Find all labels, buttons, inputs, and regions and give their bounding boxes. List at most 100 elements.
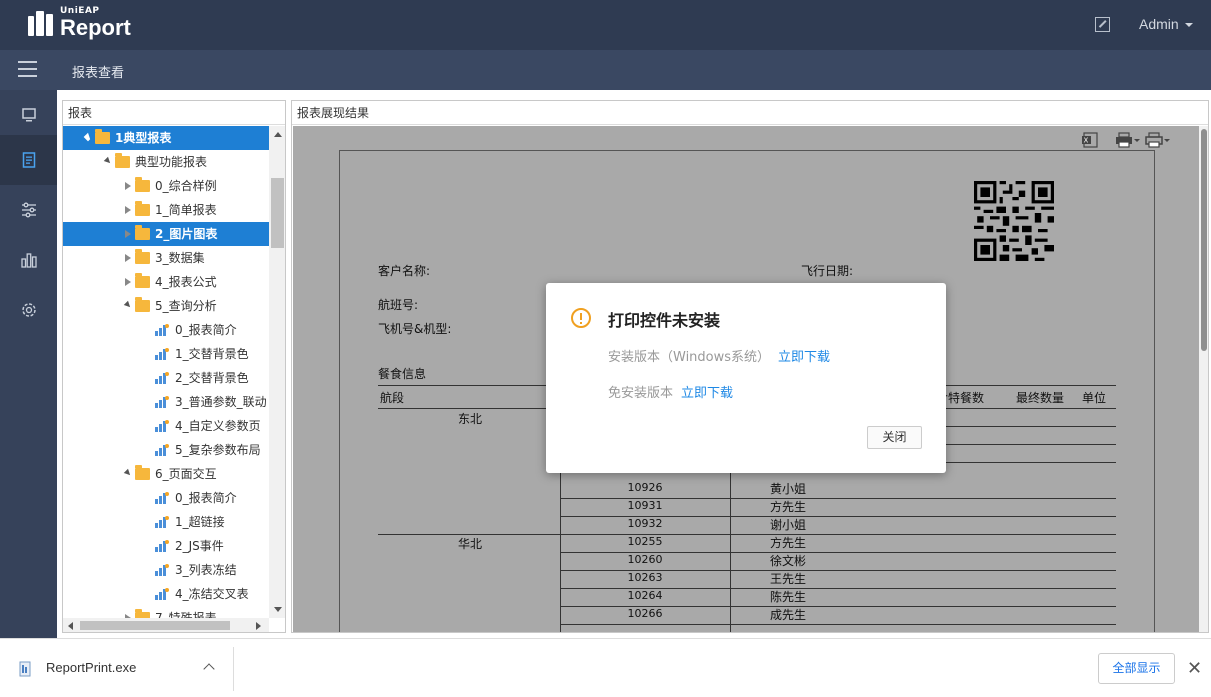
tree-node[interactable]: 5_复杂参数布局 [63, 438, 269, 462]
report-vertical-scrollbar[interactable] [1199, 126, 1208, 632]
tree-node-label: 3_数据集 [155, 251, 205, 265]
tree-node-label: 0_综合样例 [155, 179, 217, 193]
install-download-link[interactable]: 立即下载 [778, 350, 830, 365]
meal-info-label: 餐食信息 [378, 367, 427, 381]
scroll-left-icon[interactable] [68, 622, 73, 630]
portable-download-link[interactable]: 立即下载 [681, 386, 733, 401]
tree-node-label: 5_查询分析 [155, 299, 217, 313]
print-preview-icon[interactable] [1145, 132, 1171, 148]
tree-node-label: 4_自定义参数页 [175, 419, 261, 433]
sidebar-item-charts[interactable] [0, 235, 57, 285]
tree-node[interactable]: 典型功能报表 [63, 150, 269, 174]
folder-icon [115, 153, 130, 168]
tree-node[interactable]: 0_报表简介 [63, 318, 269, 342]
folder-icon [135, 201, 150, 216]
report-tree-panel: 报表 1典型报表 典型功能报表 0_综合样例 1_简单报表 2_图片图表 3_数据集 4_报… [62, 100, 286, 633]
expanded-arrow-icon[interactable] [83, 132, 93, 142]
menu-toggle-icon[interactable] [18, 61, 37, 78]
folder-icon [135, 249, 150, 264]
tree-node[interactable]: 5_查询分析 [63, 294, 269, 318]
sidebar-item-settings-sliders[interactable] [0, 185, 57, 235]
collapsed-arrow-icon[interactable] [125, 206, 131, 214]
download-file-name[interactable]: ReportPrint.exe [46, 660, 136, 675]
sidebar-item-system[interactable] [0, 285, 57, 335]
sidebar-item-reports[interactable] [0, 135, 57, 185]
monitor-icon [21, 108, 36, 122]
folder-icon [135, 225, 150, 240]
fullscreen-icon[interactable] [1095, 17, 1110, 32]
aircraft-label: 飞机号&机型: [378, 322, 452, 336]
tree-node-label: 3_普通参数_联动 [175, 395, 267, 409]
scroll-thumb[interactable] [271, 178, 284, 248]
region-cell: 东北 [458, 412, 483, 426]
close-icon[interactable]: ✕ [1187, 660, 1202, 678]
tree-node[interactable]: 1典型报表 [63, 126, 269, 150]
tree-node[interactable]: 1_简单报表 [63, 198, 269, 222]
tree-node[interactable]: 2_JS事件 [63, 534, 269, 558]
folder-icon [135, 465, 150, 480]
tree-node-label: 2_JS事件 [175, 539, 224, 553]
install-version-row: 安装版本（Windows系统） 立即下载 [608, 346, 830, 365]
report-chart-icon [155, 540, 169, 552]
collapsed-arrow-icon[interactable] [125, 230, 131, 238]
flight-number-cell: 10255 [627, 535, 663, 548]
scroll-up-icon[interactable] [274, 132, 282, 137]
tree-node-label: 1典型报表 [115, 131, 172, 145]
show-all-button[interactable]: 全部显示 [1098, 653, 1175, 684]
folder-icon [135, 177, 150, 192]
top-header: UniEAP Report Admin [0, 0, 1211, 50]
collapsed-arrow-icon[interactable] [125, 254, 131, 262]
sidebar [0, 90, 57, 638]
gear-icon [21, 303, 36, 317]
chevron-up-icon[interactable] [203, 663, 215, 675]
tree-vertical-scrollbar[interactable] [269, 126, 285, 618]
tree-node[interactable]: 4_自定义参数页 [63, 414, 269, 438]
scroll-thumb[interactable] [1201, 129, 1207, 351]
passenger-name-cell: 谢小姐 [770, 518, 807, 532]
sidebar-item-monitor[interactable] [0, 90, 57, 140]
report-chart-icon [155, 372, 169, 384]
tree-node-label: 典型功能报表 [135, 155, 208, 169]
tree-node[interactable]: 3_列表冻结 [63, 558, 269, 582]
tree-node[interactable]: 2_图片图表 [63, 222, 269, 246]
breadcrumb: 报表查看 [72, 66, 125, 81]
warning-icon [571, 308, 591, 328]
tree-node[interactable]: 2_交替背景色 [63, 366, 269, 390]
excel-export-icon[interactable]: X [1081, 132, 1101, 148]
collapsed-arrow-icon[interactable] [125, 278, 131, 286]
expanded-arrow-icon[interactable] [123, 468, 133, 478]
expanded-arrow-icon[interactable] [103, 156, 113, 166]
flight-number-cell: 10263 [627, 571, 663, 584]
scroll-down-icon[interactable] [274, 607, 282, 612]
scroll-thumb[interactable] [80, 621, 230, 630]
tree-node[interactable]: 4_报表公式 [63, 270, 269, 294]
document-icon [22, 152, 35, 168]
tree-node[interactable]: 0_综合样例 [63, 174, 269, 198]
flight-date-label: 飞行日期: [801, 264, 854, 278]
tree-node[interactable]: 1_超链接 [63, 510, 269, 534]
tree-node[interactable]: 4_冻结交叉表 [63, 582, 269, 606]
collapsed-arrow-icon[interactable] [125, 182, 131, 190]
column-header-final-quantity: 最终数量 [1016, 391, 1065, 405]
sub-header: 报表查看 [0, 50, 1211, 90]
tree-node-label: 6_页面交互 [155, 467, 217, 481]
tree-horizontal-scrollbar[interactable] [63, 618, 269, 632]
print-icon[interactable] [1115, 132, 1141, 148]
close-button[interactable]: 关闭 [867, 426, 922, 449]
scroll-right-icon[interactable] [256, 622, 261, 630]
qr-code-image [974, 181, 1054, 261]
app-logo[interactable]: UniEAP Report [26, 5, 131, 41]
tree-node[interactable]: 3_普通参数_联动 [63, 390, 269, 414]
flight-number-cell: 10931 [627, 499, 663, 512]
tree-node-label: 1_超链接 [175, 515, 225, 529]
tree-node[interactable]: 1_交替背景色 [63, 342, 269, 366]
report-chart-icon [155, 420, 169, 432]
tree-node[interactable]: 7_特殊报表 [63, 606, 269, 618]
expanded-arrow-icon[interactable] [123, 300, 133, 310]
user-menu[interactable]: Admin [1139, 16, 1193, 32]
report-chart-icon [155, 444, 169, 456]
tree-node[interactable]: 6_页面交互 [63, 462, 269, 486]
tree-node[interactable]: 0_报表简介 [63, 486, 269, 510]
tree-node-label: 1_简单报表 [155, 203, 217, 217]
tree-node[interactable]: 3_数据集 [63, 246, 269, 270]
